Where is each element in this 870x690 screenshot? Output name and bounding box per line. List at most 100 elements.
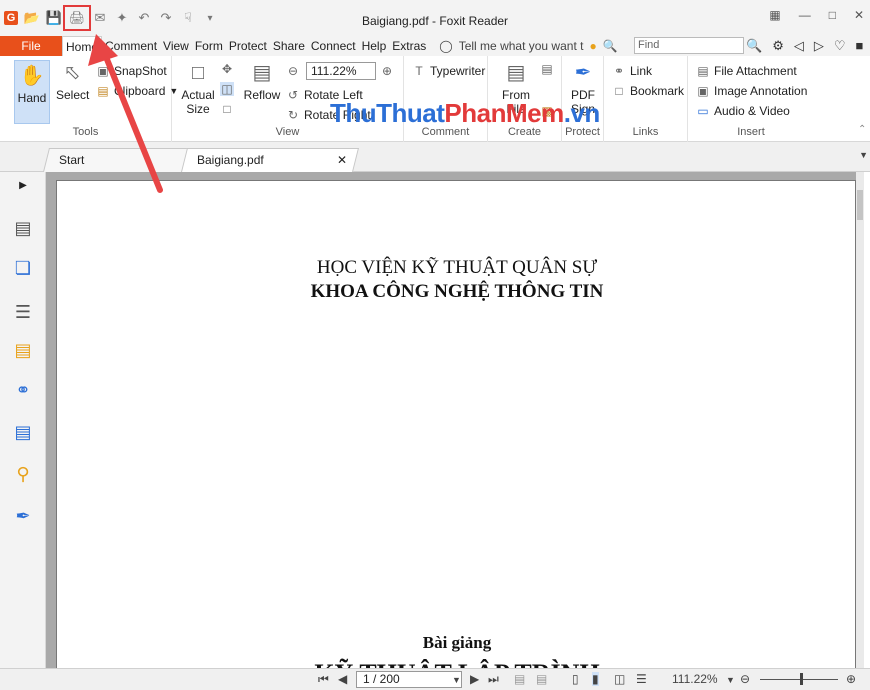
save-icon[interactable]: 💾 bbox=[46, 10, 62, 26]
continuous-facing-icon[interactable]: ☰ bbox=[636, 672, 647, 686]
select-button[interactable]: ⬁ Select bbox=[56, 60, 89, 102]
file-attachment-button[interactable]: ▤ File Attachment bbox=[696, 64, 796, 78]
forward-icon[interactable]: ▷ bbox=[814, 38, 824, 54]
bell-icon[interactable]: ♡ bbox=[834, 38, 846, 54]
bookmark-button[interactable]: □ Bookmark bbox=[612, 84, 684, 98]
open-icon[interactable]: 📂 bbox=[24, 10, 40, 26]
scrollbar-thumb[interactable] bbox=[857, 190, 863, 220]
tab-start[interactable]: Start bbox=[43, 148, 189, 172]
single-page-icon[interactable]: ▯ bbox=[572, 672, 579, 686]
clipboard-button[interactable]: ▤ Clipboard ▼ bbox=[96, 84, 178, 98]
tab-home[interactable]: Home bbox=[62, 36, 103, 56]
group-insert: ▤ File Attachment ▣ Image Annotation ▭ A… bbox=[688, 56, 814, 142]
back-icon[interactable]: ◁ bbox=[794, 38, 804, 54]
account-icon[interactable]: ■ bbox=[856, 38, 864, 54]
gear-icon[interactable]: ⚙ bbox=[772, 38, 784, 54]
undo-icon[interactable]: ↶ bbox=[136, 10, 152, 26]
first-page-icon[interactable]: ⏮ bbox=[318, 672, 329, 687]
tab-help[interactable]: Help bbox=[359, 36, 390, 56]
find-input[interactable]: Find bbox=[634, 37, 744, 54]
next-view-icon[interactable]: ▤ bbox=[536, 672, 547, 686]
zoom-out-icon: ⊖ bbox=[287, 64, 299, 78]
hand-tool-icon[interactable]: ☟ bbox=[180, 10, 196, 26]
tab-form[interactable]: Form bbox=[192, 36, 226, 56]
redo-icon[interactable]: ↷ bbox=[158, 10, 174, 26]
tell-me-box[interactable]: ◯ Tell me what you want t ● 🔍 bbox=[439, 39, 617, 53]
foxit-logo-icon[interactable]: G bbox=[4, 11, 18, 25]
zoom-menu-icon[interactable]: ▼ bbox=[726, 675, 735, 685]
page-dropdown-icon[interactable]: ▼ bbox=[452, 675, 461, 685]
fit-visible-button[interactable]: □ bbox=[220, 102, 234, 116]
next-page-icon[interactable]: ▶ bbox=[470, 672, 479, 686]
snapshot-button[interactable]: ▣ SnapShot bbox=[96, 64, 166, 78]
status-zoom-in-icon[interactable]: ⊕ bbox=[846, 672, 856, 686]
badge-icon: ● bbox=[589, 39, 597, 53]
image-annotation-button[interactable]: ▣ Image Annotation bbox=[696, 84, 807, 98]
comments-icon[interactable]: ▤ bbox=[13, 340, 33, 360]
continuous-icon[interactable]: ▮ bbox=[592, 672, 599, 686]
close-tab-icon[interactable]: ✕ bbox=[337, 149, 347, 171]
document-view[interactable]: HỌC VIỆN KỸ THUẬT QUÂN SỰ KHOA CÔNG NGHỆ… bbox=[46, 172, 864, 668]
camera-icon: ▣ bbox=[97, 64, 109, 78]
collapse-ribbon-icon[interactable]: ⌃ bbox=[858, 124, 866, 135]
attachments-icon[interactable]: ⚭ bbox=[13, 380, 33, 400]
link-button[interactable]: ⚭ Link bbox=[612, 64, 652, 78]
zoom-slider-thumb[interactable] bbox=[800, 673, 803, 685]
zoom-in-button[interactable]: ⊕ bbox=[380, 64, 394, 78]
tab-list-icon[interactable]: ▼ bbox=[859, 150, 868, 160]
actual-size-button[interactable]: □ Actual Size bbox=[180, 60, 216, 116]
tell-me-text: Tell me what you want t bbox=[458, 39, 584, 53]
tab-comment[interactable]: Comment bbox=[102, 36, 160, 56]
tab-view[interactable]: View bbox=[160, 36, 192, 56]
tab-extras[interactable]: Extras bbox=[389, 36, 429, 56]
content-icon[interactable]: ✒ bbox=[13, 506, 33, 526]
search-icon[interactable]: 🔍 bbox=[746, 38, 762, 54]
fit-width-button[interactable]: ◫ bbox=[220, 82, 234, 96]
tab-connect[interactable]: Connect bbox=[308, 36, 359, 56]
last-page-icon[interactable]: ⏭ bbox=[488, 672, 499, 687]
expand-panel-icon[interactable]: ▶ bbox=[13, 176, 33, 196]
prev-page-icon[interactable]: ◀ bbox=[338, 672, 347, 686]
zoom-slider[interactable] bbox=[760, 679, 838, 680]
minimize-icon[interactable]: — bbox=[799, 8, 811, 22]
close-icon[interactable]: ✕ bbox=[854, 8, 864, 22]
email-icon[interactable]: ✉ bbox=[92, 10, 108, 26]
fit-page-button[interactable]: ✥ bbox=[220, 62, 234, 76]
maximize-icon[interactable]: □ bbox=[829, 8, 836, 22]
file-menu[interactable]: File bbox=[0, 36, 62, 56]
pages-icon[interactable]: ❏ bbox=[13, 258, 33, 278]
tab-protect[interactable]: Protect bbox=[226, 36, 270, 56]
bookmarks-icon[interactable]: ▤ bbox=[13, 218, 33, 238]
typewriter-button[interactable]: T Typewriter bbox=[412, 64, 485, 78]
customize-icon[interactable]: ▾ bbox=[202, 10, 218, 26]
find-settings-icon[interactable]: 🔍 bbox=[603, 39, 618, 53]
blank-button[interactable]: ▤ bbox=[540, 62, 554, 76]
fit-width-icon: ◫ bbox=[221, 82, 233, 96]
size-label: Size bbox=[186, 102, 210, 116]
hand-button[interactable]: ✋ Hand bbox=[14, 60, 50, 124]
video-icon: ▭ bbox=[697, 104, 709, 118]
status-zoom-out-icon[interactable]: ⊖ bbox=[740, 672, 750, 686]
tab-share[interactable]: Share bbox=[270, 36, 308, 56]
ribbon-options-icon[interactable]: ▦ bbox=[769, 8, 780, 22]
page-number-field[interactable]: 1 / 200 bbox=[356, 671, 462, 688]
tab-start-label: Start bbox=[59, 153, 85, 167]
zoom-field[interactable]: 111.22% bbox=[306, 62, 376, 80]
security-lock-icon[interactable]: ⚲ bbox=[13, 464, 33, 484]
prev-view-icon[interactable]: ▤ bbox=[514, 672, 525, 686]
zoom-out-button[interactable]: ⊖ bbox=[286, 64, 300, 78]
reflow-button[interactable]: ▤ Reflow bbox=[242, 60, 282, 102]
audio-video-button[interactable]: ▭ Audio & Video bbox=[696, 104, 790, 118]
tab-baigiang[interactable]: Baigiang.pdf ✕ bbox=[181, 148, 359, 172]
vertical-scrollbar[interactable] bbox=[856, 172, 864, 668]
doc-line-course-title: KỸ THUẬT LẬP TRÌNH bbox=[57, 659, 857, 668]
lightbulb-icon: ◯ bbox=[439, 39, 453, 53]
status-zoom-value: 111.22% bbox=[672, 672, 718, 686]
print-icon[interactable]: 🖨 bbox=[63, 5, 91, 31]
group-tools: ✋ Hand ⬁ Select ▣ SnapShot ▤ Clipboard ▼… bbox=[0, 56, 178, 142]
signatures-icon[interactable]: ▤ bbox=[13, 422, 33, 442]
new-icon[interactable]: ✦ bbox=[114, 10, 130, 26]
pen-icon: ✒ bbox=[574, 62, 592, 84]
facing-icon[interactable]: ◫ bbox=[614, 672, 625, 686]
layers-icon[interactable]: ☰ bbox=[13, 302, 33, 322]
